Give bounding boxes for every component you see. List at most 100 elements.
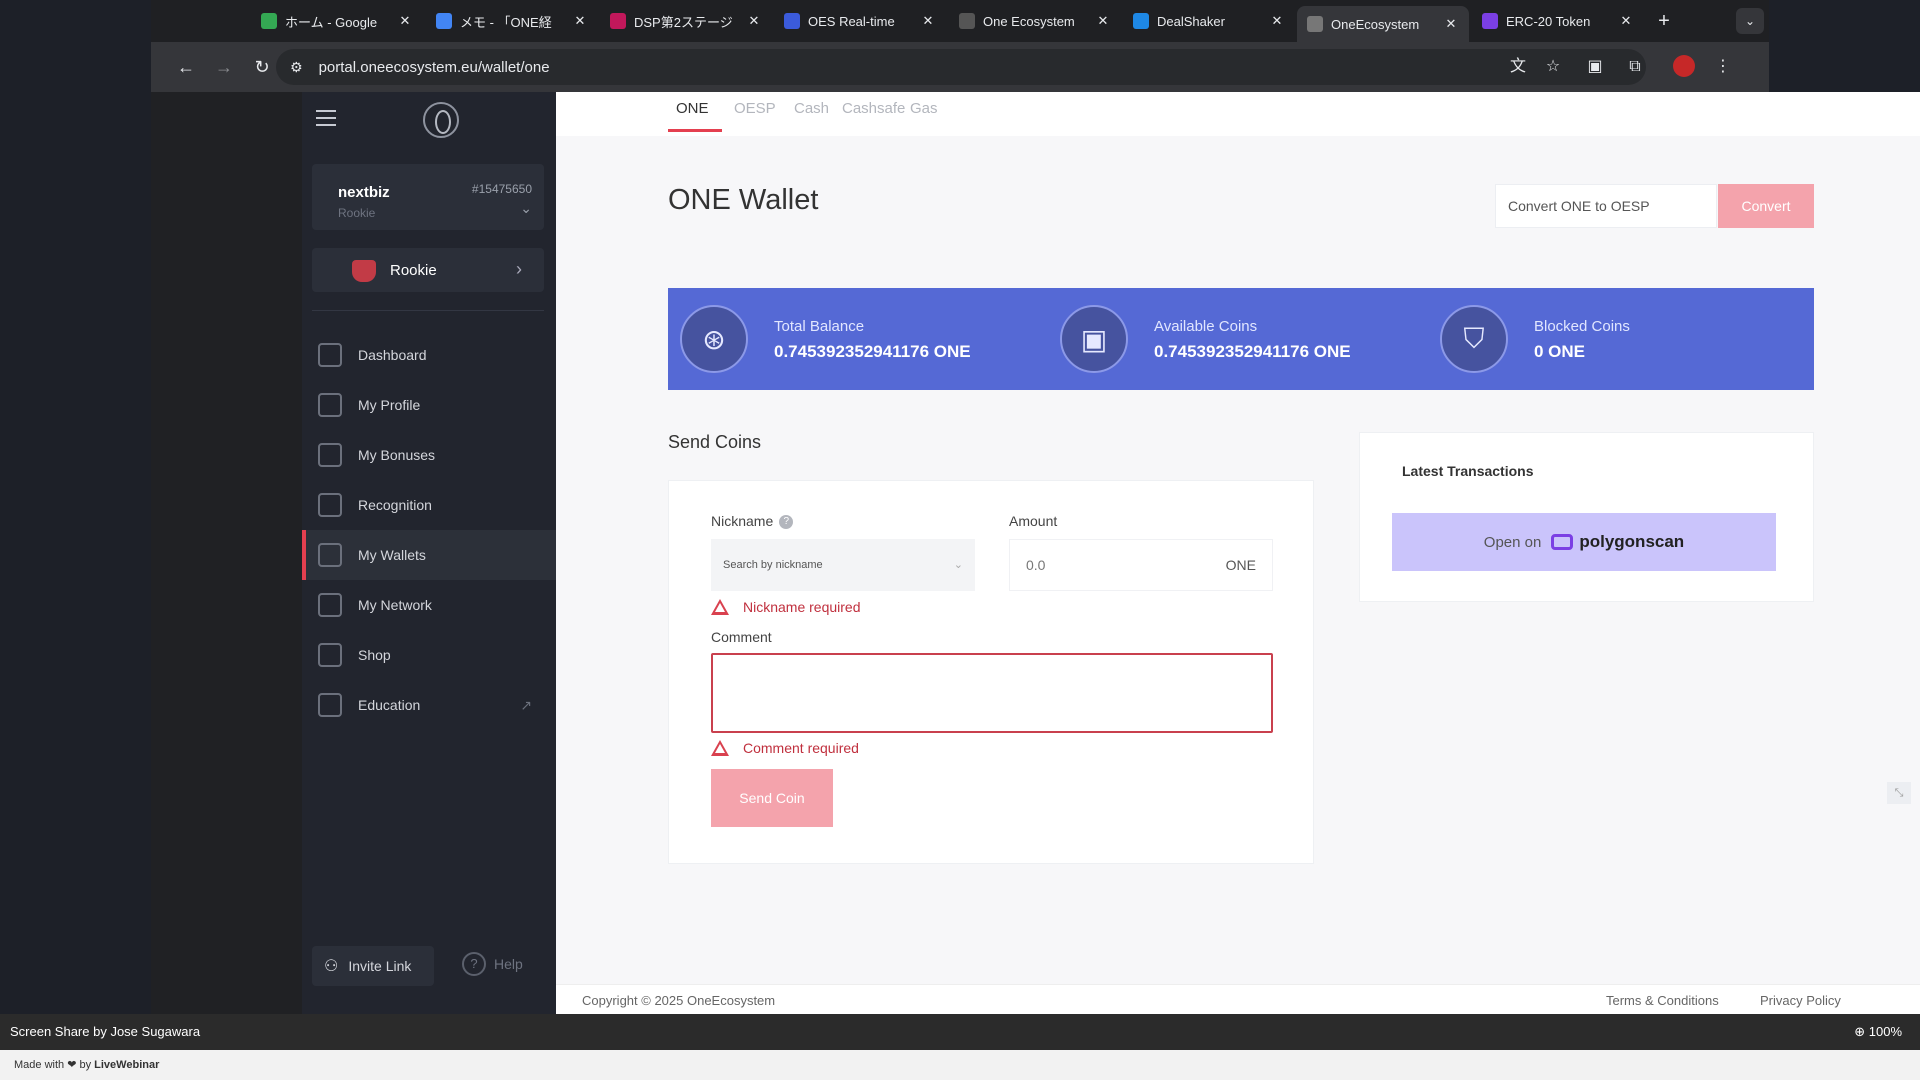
extensions-puzzle-icon[interactable]: ⧉ [1623, 55, 1647, 79]
close-tab-icon[interactable]: ✕ [1443, 16, 1459, 32]
tab-bar: + ⌄ ホーム - Google ✕ メモ - 「ONE経 ✕ DSP第2ステージ ✕ OE… [151, 0, 1769, 42]
latest-transactions-title: Latest Transactions [1402, 463, 1534, 479]
info-icon[interactable]: ? [779, 515, 794, 530]
amount-input[interactable]: 0.0 ONE [1009, 539, 1273, 591]
tab-one[interactable]: ONE [676, 100, 709, 117]
forward-button[interactable]: → [211, 54, 237, 80]
terms-link[interactable]: Terms & Conditions [1606, 993, 1719, 1008]
my-wallets-icon [318, 543, 342, 567]
blocked-coins-label: Blocked Coins [1534, 318, 1630, 335]
browser-tab[interactable]: One Ecosystem ✕ [949, 6, 1121, 36]
invite-link-label: Invite Link [348, 958, 412, 974]
warning-icon [711, 599, 729, 615]
sidebar-item-my-wallets[interactable]: My Wallets [302, 530, 556, 580]
tab-oesp[interactable]: OESP [734, 100, 776, 117]
browser-tab[interactable]: メモ - 「ONE経 ✕ [426, 6, 598, 36]
web-page: nextbiz Rookie #15475650 ⌄ Rookie › Dash… [302, 92, 1920, 1014]
tab-title: One Ecosystem [983, 13, 1075, 29]
convert-input[interactable]: Convert ONE to OESP [1495, 184, 1717, 228]
menu-toggle-icon[interactable] [316, 110, 338, 128]
privacy-link[interactable]: Privacy Policy [1760, 993, 1841, 1008]
send-coin-button[interactable]: Send Coin [711, 769, 833, 827]
chevron-down-icon[interactable]: ⌄ [520, 200, 532, 217]
close-tab-icon[interactable]: ✕ [397, 13, 413, 29]
tab-cashsafe[interactable]: Cashsafe [842, 100, 905, 117]
tab-search-button[interactable]: ⌄ [1736, 8, 1764, 34]
browser-tab[interactable]: OneEcosystem ✕ [1297, 6, 1469, 42]
chevron-down-icon: ⌄ [953, 559, 963, 571]
latest-transactions-card: Latest Transactions Open on polygonscan [1359, 432, 1814, 602]
sidebar-item-shop[interactable]: Shop [302, 630, 556, 680]
invite-link-button[interactable]: ⚇ Invite Link [312, 946, 434, 986]
close-tab-icon[interactable]: ✕ [572, 13, 588, 29]
sidebar-item-my-bonuses[interactable]: My Bonuses [302, 430, 556, 480]
tab-favicon-icon [784, 13, 800, 29]
sidebar-item-dashboard[interactable]: Dashboard [302, 330, 556, 380]
browser-tab[interactable]: DealShaker ✕ [1123, 6, 1295, 36]
rank-button[interactable]: Rookie › [312, 248, 544, 292]
safe-icon: ▣ [1060, 305, 1128, 373]
back-button[interactable]: ← [173, 54, 199, 80]
comment-label: Comment [711, 629, 772, 645]
sidebar-nav: Dashboard My Profile My Bonuses Recognition… [302, 330, 556, 730]
profile-avatar-icon[interactable] [1673, 55, 1695, 77]
tab-title: OES Real-time [808, 13, 895, 29]
close-tab-icon[interactable]: ✕ [1618, 13, 1634, 29]
sidebar-item-my-network[interactable]: My Network [302, 580, 556, 630]
total-balance-label: Total Balance [774, 318, 865, 335]
browser-tab[interactable]: ERC-20 Token ✕ [1472, 6, 1644, 36]
extension-icon[interactable]: ▣ [1583, 55, 1607, 79]
shop-icon [318, 643, 342, 667]
sidebar-item-label: My Profile [358, 397, 421, 413]
new-tab-button[interactable]: + [1651, 8, 1677, 34]
blocked-coins-value: 0 ONE [1534, 342, 1586, 361]
dashboard-icon [318, 343, 342, 367]
user-rank: Rookie [338, 206, 376, 220]
tab-favicon-icon [1482, 13, 1498, 29]
address-bar[interactable]: ⚙ portal.oneecosystem.eu/wallet/one [276, 49, 1646, 85]
url-text: portal.oneecosystem.eu/wallet/one [318, 58, 550, 76]
tab-gas[interactable]: Gas [910, 100, 938, 117]
browser-tab[interactable]: DSP第2ステージ ✕ [600, 6, 772, 36]
close-tab-icon[interactable]: ✕ [746, 13, 762, 29]
sidebar: nextbiz Rookie #15475650 ⌄ Rookie › Dash… [302, 92, 556, 1014]
browser-menu-icon[interactable]: ⋮ [1711, 55, 1735, 79]
made-with-prefix: Made with ❤ by [14, 1059, 92, 1071]
zoom-level[interactable]: ⊕ 100% [1854, 1024, 1902, 1040]
bookmark-star-icon[interactable]: ☆ [1541, 55, 1565, 79]
collapse-icon[interactable]: ⤡ [1887, 782, 1911, 804]
amount-value: 0.0 [1026, 557, 1046, 573]
chevron-right-icon: › [516, 259, 522, 279]
page-title: ONE Wallet [668, 184, 819, 216]
sidebar-item-my-profile[interactable]: My Profile [302, 380, 556, 430]
oneecosystem-logo[interactable] [423, 102, 459, 138]
close-tab-icon[interactable]: ✕ [1095, 13, 1111, 29]
comment-textarea[interactable] [711, 653, 1273, 733]
translate-icon[interactable]: 文 [1506, 55, 1530, 79]
tab-cash[interactable]: Cash [794, 100, 829, 117]
made-with-bar: Made with ❤ by LiveWebinar [0, 1050, 1920, 1080]
tab-favicon-icon [436, 13, 452, 29]
close-tab-icon[interactable]: ✕ [920, 13, 936, 29]
site-info-icon[interactable]: ⚙ [290, 59, 303, 76]
browser-tab[interactable]: OES Real-time ✕ [774, 6, 946, 36]
close-tab-icon[interactable]: ✕ [1269, 13, 1285, 29]
sidebar-item-label: Dashboard [358, 347, 427, 363]
reload-button[interactable]: ↻ [249, 54, 275, 80]
user-card[interactable]: nextbiz Rookie #15475650 ⌄ [312, 164, 544, 230]
sidebar-item-recognition[interactable]: Recognition [302, 480, 556, 530]
help-button[interactable]: ? Help [462, 952, 523, 976]
available-coins-label: Available Coins [1154, 318, 1258, 335]
shield-icon: ⛉ [1440, 305, 1508, 373]
tab-title: ERC-20 Token [1506, 13, 1591, 29]
convert-button[interactable]: Convert [1718, 184, 1814, 228]
made-with-text: Made with ❤ by LiveWebinar [14, 1058, 159, 1071]
send-coins-form: Nickname? Search by nickname ⌄ Amount 0.… [668, 480, 1314, 864]
external-link-icon: ↗ [520, 696, 532, 713]
open-polygonscan-button[interactable]: Open on polygonscan [1392, 513, 1776, 571]
sidebar-item-education[interactable]: Education ↗ [302, 680, 556, 730]
nickname-select[interactable]: Search by nickname ⌄ [711, 539, 975, 591]
livewebinar-brand[interactable]: LiveWebinar [94, 1059, 159, 1071]
browser-tab[interactable]: ホーム - Google ✕ [251, 6, 423, 36]
tab-title: DSP第2ステージ [634, 14, 733, 30]
